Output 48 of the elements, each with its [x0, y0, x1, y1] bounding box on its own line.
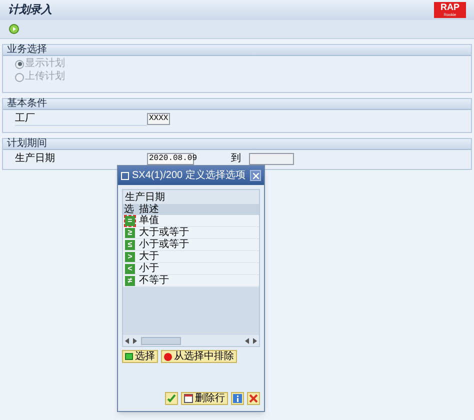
- scroll-thumb[interactable]: [141, 336, 181, 344]
- scroll-left-icon[interactable]: [125, 338, 130, 344]
- operator-button[interactable]: =: [125, 216, 135, 226]
- include-button[interactable]: 选择: [122, 350, 158, 363]
- field-label: 生产日期: [15, 153, 56, 165]
- radio-label: 上传计划: [25, 71, 65, 83]
- info-icon: [233, 394, 242, 403]
- column-header: 描述: [138, 204, 159, 214]
- operator-label: 不等于: [138, 276, 169, 286]
- field-label: 工厂: [15, 113, 147, 126]
- operator-label: 大于或等于: [138, 228, 189, 238]
- operator-label: 单值: [138, 216, 159, 226]
- radio-label: 显示计划: [25, 58, 65, 70]
- close-icon: [249, 394, 258, 403]
- exclude-button[interactable]: 从选择中排除: [161, 350, 237, 363]
- table-title: 生产日期: [125, 190, 165, 204]
- close-button[interactable]: [250, 170, 261, 181]
- table-icon: [184, 394, 193, 403]
- window-icon: [121, 171, 130, 180]
- operator-label: 大于: [138, 252, 159, 262]
- scroll-right-icon[interactable]: [132, 338, 137, 344]
- square-icon: [125, 353, 133, 360]
- dialog-title: SX4(1)/200 定义选择选项: [132, 168, 246, 183]
- operator-button[interactable]: <: [125, 264, 135, 274]
- cancel-button[interactable]: [247, 392, 260, 405]
- operator-button[interactable]: ≥: [125, 228, 135, 238]
- confirm-button[interactable]: [165, 392, 178, 405]
- operator-label: 小于: [138, 264, 159, 274]
- group-title: 业务选择: [7, 45, 47, 55]
- scroll-right-icon[interactable]: [252, 338, 257, 344]
- checkmark-icon: [167, 394, 176, 403]
- scroll-left-icon[interactable]: [245, 338, 250, 344]
- input-field[interactable]: 2020.08.09: [147, 153, 194, 165]
- group-title: 基本条件: [7, 99, 47, 109]
- execute-icon[interactable]: [9, 24, 19, 34]
- operator-button[interactable]: >: [125, 252, 135, 262]
- group-title: 计划期间: [7, 139, 47, 149]
- info-button[interactable]: [231, 392, 244, 405]
- operator-label: 小于或等于: [138, 240, 189, 250]
- input-field[interactable]: XXXX: [147, 113, 170, 125]
- input-field[interactable]: [249, 153, 294, 165]
- close-icon: [252, 172, 258, 178]
- operator-button[interactable]: ≠: [125, 276, 135, 286]
- field-label: 到: [231, 153, 241, 165]
- operator-button[interactable]: ≤: [125, 240, 135, 250]
- column-header: 选: [123, 204, 135, 214]
- window-title: 计划录入: [8, 2, 52, 18]
- delete-row-button[interactable]: 删除行: [181, 392, 228, 405]
